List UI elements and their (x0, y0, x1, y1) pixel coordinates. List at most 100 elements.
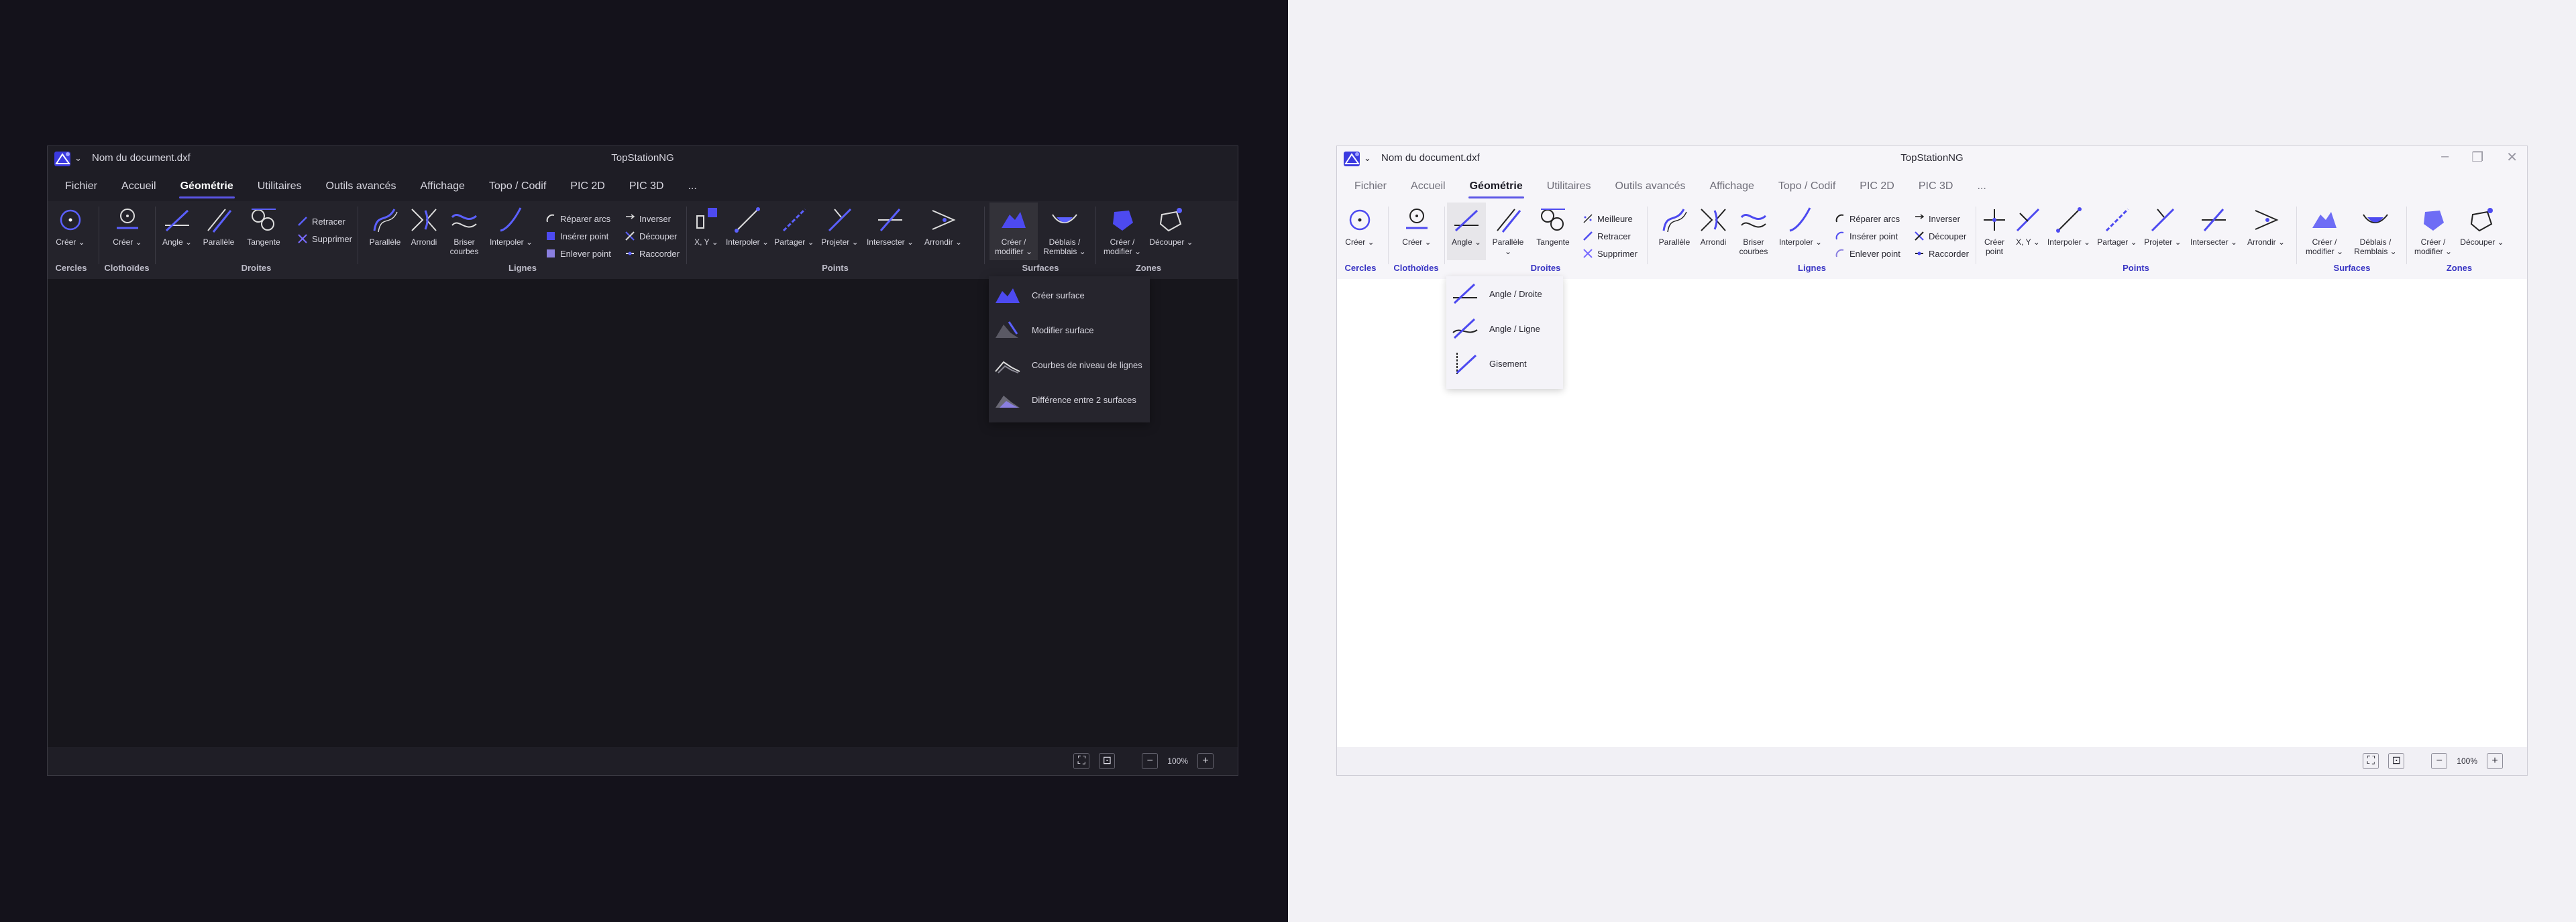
fit-view-icon[interactable]: ⛶ (2363, 753, 2379, 769)
supprimer-button[interactable]: Supprimer (297, 233, 352, 244)
cercle-creer-button[interactable]: Créer ⌄ (1345, 205, 1375, 247)
zoom-in-icon[interactable]: + (2487, 753, 2503, 769)
tab-utilitaires[interactable]: Utilitaires (246, 172, 314, 201)
tab-topo-codif[interactable]: Topo / Codif (1766, 172, 1847, 201)
tangente-button[interactable]: Tangente (1533, 205, 1573, 247)
tab-accueil[interactable]: Accueil (109, 172, 168, 201)
xy-point-button[interactable]: X, Y ⌄ (2013, 205, 2043, 247)
inserer-point-button[interactable]: Insérer point (1835, 231, 1898, 241)
parallele-ligne-button[interactable]: Parallèle (1656, 205, 1693, 247)
angle-icon (1454, 209, 1479, 232)
arrondi-button[interactable]: Arrondi (407, 205, 441, 247)
parallele-button[interactable]: Parallèle (201, 205, 237, 247)
clothoide-creer-button[interactable]: Créer ⌄ (109, 205, 146, 247)
zone-creer-modifier-button[interactable]: Créer / modifier ⌄ (1101, 205, 1144, 256)
interpoler-point-button[interactable]: Interpoler ⌄ (725, 205, 769, 247)
zone-decouper-button[interactable]: Découper ⌄ (2459, 205, 2506, 247)
tab-outils-avances[interactable]: Outils avancés (1603, 172, 1698, 201)
zone-creer-modifier-button[interactable]: Créer / modifier ⌄ (2412, 205, 2455, 256)
tab-outils-avances[interactable]: Outils avancés (314, 172, 409, 201)
ribbon-toolbar: Créer ⌄ Créer ⌄ Angle ⌄ Parallèle Tangen… (48, 201, 1238, 279)
tab-accueil[interactable]: Accueil (1399, 172, 1458, 201)
zoom-out-icon[interactable]: − (1142, 753, 1159, 769)
deblais-remblais-button[interactable]: Déblais / Remblais ⌄ (2351, 205, 2400, 256)
tab-pic-2d[interactable]: PIC 2D (558, 172, 617, 201)
reparer-arcs-button[interactable]: Réparer arcs (545, 213, 610, 224)
close-icon[interactable]: ✕ (2506, 149, 2518, 166)
partager-button[interactable]: Partager ⌄ (2096, 205, 2138, 247)
minimize-icon[interactable]: – (2441, 149, 2449, 166)
tab-pic-3d[interactable]: PIC 3D (617, 172, 676, 201)
surface-creer-modifier-button[interactable]: Créer / modifier ⌄ (991, 205, 1036, 256)
interpoler-ligne-button[interactable]: Interpoler ⌄ (488, 205, 535, 247)
zoom-window-icon[interactable]: ⊡ (1099, 753, 1116, 769)
cercle-creer-button[interactable]: Créer ⌄ (56, 205, 85, 247)
enlever-point-button[interactable]: Enlever point (545, 248, 611, 259)
remove-point-icon (1835, 249, 1844, 257)
menu-item-angle-ligne[interactable]: Angle / Ligne (1452, 316, 1540, 341)
arrondir-button[interactable]: Arrondir ⌄ (920, 205, 967, 247)
tab-geometrie[interactable]: Géométrie (1458, 172, 1535, 201)
menu-item-modifier-surface[interactable]: Modifier surface (994, 318, 1093, 342)
tab-affichage[interactable]: Affichage (408, 172, 476, 201)
tab-more[interactable]: ... (1965, 172, 1998, 201)
clothoide-creer-button[interactable]: Créer ⌄ (1399, 205, 1435, 247)
supprimer-button[interactable]: Supprimer (1582, 248, 1638, 259)
menu-item-gisement[interactable]: Gisement (1452, 351, 1527, 376)
menu-item-angle-droite[interactable]: Angle / Droite (1452, 282, 1542, 306)
meilleure-button[interactable]: Meilleure (1582, 213, 1633, 224)
tab-utilitaires[interactable]: Utilitaires (1535, 172, 1603, 201)
reparer-arcs-button[interactable]: Réparer arcs (1835, 213, 1900, 224)
separator (984, 207, 985, 264)
inverser-button[interactable]: Inverser (625, 213, 671, 224)
tab-more[interactable]: ... (676, 172, 708, 201)
tangente-button[interactable]: Tangente (244, 205, 284, 247)
inverser-button[interactable]: Inverser (1914, 213, 1960, 224)
restore-icon[interactable]: ❐ (2471, 149, 2483, 166)
intersecter-button[interactable]: Intersecter ⌄ (865, 205, 916, 247)
tab-pic-3d[interactable]: PIC 3D (1907, 172, 1966, 201)
menu-item-creer-surface[interactable]: Créer surface (994, 283, 1085, 307)
raccorder-button[interactable]: Raccorder (1914, 248, 1969, 259)
projeter-button[interactable]: Projeter ⌄ (2142, 205, 2184, 247)
zoom-out-icon[interactable]: − (2431, 753, 2448, 769)
fit-view-icon[interactable]: ⛶ (1073, 753, 1090, 769)
zoom-window-icon[interactable]: ⊡ (2388, 753, 2405, 769)
zone-decouper-button[interactable]: Découper ⌄ (1148, 205, 1195, 247)
briser-courbes-button[interactable]: Briser courbes (1734, 205, 1773, 256)
retracer-button[interactable]: Retracer (297, 216, 345, 227)
partager-button[interactable]: Partager ⌄ (773, 205, 815, 247)
tab-pic-2d[interactable]: PIC 2D (1847, 172, 1907, 201)
interpoler-point-button[interactable]: Interpoler ⌄ (2045, 205, 2092, 247)
tab-fichier[interactable]: Fichier (53, 172, 109, 201)
projeter-button[interactable]: Projeter ⌄ (819, 205, 861, 247)
deblais-remblais-button[interactable]: Déblais / Remblais ⌄ (1040, 205, 1089, 256)
intersecter-button[interactable]: Intersecter ⌄ (2188, 205, 2240, 247)
xy-point-button[interactable]: X, Y ⌄ (692, 205, 721, 247)
raccorder-button[interactable]: Raccorder (625, 248, 680, 259)
arrondi-button[interactable]: Arrondi (1697, 205, 1730, 247)
surface-creer-modifier-button[interactable]: Créer / modifier ⌄ (2302, 205, 2347, 256)
menu-item-courbes-niveau[interactable]: Courbes de niveau de lignes (994, 353, 1142, 377)
tab-fichier[interactable]: Fichier (1342, 172, 1399, 201)
parallele-button[interactable]: Parallèle ⌄ (1489, 205, 1527, 256)
briser-courbes-button[interactable]: Briser courbes (445, 205, 484, 256)
menu-item-difference-surfaces[interactable]: Différence entre 2 surfaces (994, 388, 1136, 412)
parallele-ligne-button[interactable]: Parallèle (367, 205, 403, 247)
decouper-button[interactable]: Découper (625, 231, 677, 241)
angle-button[interactable]: Angle ⌄ (1450, 205, 1483, 247)
tab-topo-codif[interactable]: Topo / Codif (477, 172, 558, 201)
decouper-button[interactable]: Découper (1914, 231, 1966, 241)
interpoler-ligne-button[interactable]: Interpoler ⌄ (1777, 205, 1824, 247)
angle-button[interactable]: Angle ⌄ (160, 205, 194, 247)
inserer-point-button[interactable]: Insérer point (545, 231, 608, 241)
group-label-droites: Droites (241, 263, 272, 273)
tab-geometrie[interactable]: Géométrie (168, 172, 246, 201)
enlever-point-button[interactable]: Enlever point (1835, 248, 1900, 259)
arrondir-button[interactable]: Arrondir ⌄ (2243, 205, 2290, 247)
creer-point-button[interactable]: Créer point (1980, 205, 2009, 256)
retracer-button[interactable]: Retracer (1582, 231, 1631, 241)
zoom-in-icon[interactable]: + (1197, 753, 1214, 769)
tab-affichage[interactable]: Affichage (1697, 172, 1766, 201)
divide-line-icon (2105, 208, 2129, 232)
